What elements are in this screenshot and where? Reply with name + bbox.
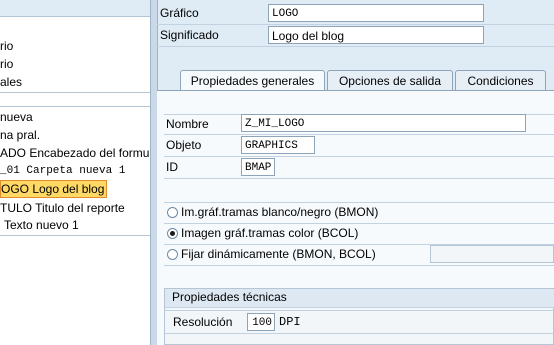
tree-item[interactable]: _01 Carpeta nueva 1	[0, 162, 150, 180]
nombre-field[interactable]: Z_MI_LOGO	[241, 114, 526, 132]
radio-bcol[interactable]	[167, 228, 178, 239]
radio-bmon[interactable]	[167, 207, 178, 218]
tree-item[interactable]: rio	[0, 37, 150, 55]
divider	[164, 178, 554, 179]
objeto-field[interactable]: GRAPHICS	[241, 136, 315, 154]
tree-item-label: _01 Carpeta nueva 1	[0, 165, 126, 177]
divider	[164, 156, 554, 157]
tab-condiciones[interactable]: Condiciones	[455, 70, 546, 91]
technical-properties-header: Propiedades técnicas	[165, 289, 554, 308]
tree-item[interactable]: ADO Encabezado del formu	[0, 144, 150, 162]
tree-divider	[0, 92, 150, 93]
tree-divider	[0, 235, 150, 236]
tab-label: Propiedades generales	[190, 74, 315, 88]
tree-item[interactable]: rio	[0, 55, 150, 73]
resolucion-field[interactable]: 100	[247, 313, 275, 331]
tree-item-label: OGO Logo del blog	[0, 180, 108, 198]
tab-label: Condiciones	[467, 74, 534, 88]
divider	[157, 46, 554, 47]
tree-item-label: TULO Titulo del reporte	[0, 201, 125, 215]
radio-bcol-label: Imagen gráf.tramas color (BCOL)	[181, 226, 359, 240]
divider	[157, 24, 554, 25]
tree-item-label: na pral.	[0, 128, 41, 142]
tree-divider	[0, 106, 150, 107]
resolucion-label: Resolución	[173, 315, 233, 329]
divider	[164, 265, 554, 266]
tree-item[interactable]: Texto nuevo 1	[0, 216, 150, 234]
tree-item-selected[interactable]: OGO Logo del blog	[0, 180, 150, 198]
tree-item-label: ales	[0, 75, 23, 89]
object-tree[interactable]: rio rio ales nueva na pral. ADO Encabeza…	[0, 0, 151, 345]
tree-header-strip	[0, 0, 150, 17]
divider	[164, 223, 554, 224]
nombre-label: Nombre	[166, 117, 209, 131]
technical-properties-title: Propiedades técnicas	[172, 290, 287, 304]
radio-bmon-label: Im.gráf.tramas blanco/negro (BMON)	[181, 205, 379, 219]
significado-field[interactable]: Logo del blog	[268, 26, 484, 44]
grafico-field[interactable]: LOGO	[268, 4, 484, 22]
radio-dynamic-label: Fijar dinámicamente (BMON, BCOL)	[181, 247, 376, 261]
tree-item-label: Texto nuevo 1	[4, 218, 79, 232]
tab-label: Opciones de salida	[338, 74, 442, 88]
tree-item[interactable]: nueva	[0, 108, 150, 126]
significado-label: Significado	[160, 28, 219, 42]
divider	[165, 333, 554, 334]
divider	[165, 310, 554, 311]
objeto-label: Objeto	[166, 138, 202, 152]
tree-item-label: ADO Encabezado del formu	[0, 146, 150, 160]
radio-dynamic[interactable]	[167, 249, 178, 260]
tab-propiedades-generales[interactable]: Propiedades generales	[180, 70, 325, 91]
id-label: ID	[166, 160, 178, 174]
tree-item-label: rio	[0, 57, 14, 71]
grafico-label: Gráfico	[160, 6, 199, 20]
tree-item-label: nueva	[0, 110, 33, 124]
tree-item[interactable]: ales	[0, 73, 150, 91]
tree-item[interactable]: na pral.	[0, 126, 150, 144]
radio-selected-dot	[170, 231, 175, 236]
tree-item[interactable]: TULO Titulo del reporte	[0, 199, 150, 217]
divider	[164, 134, 554, 135]
tab-opciones-de-salida[interactable]: Opciones de salida	[327, 70, 453, 91]
divider	[164, 202, 554, 203]
dynamic-value-field[interactable]	[430, 245, 554, 263]
tree-item-label: rio	[0, 39, 14, 53]
resolucion-unit: DPI	[279, 315, 301, 329]
id-field[interactable]: BMAP	[241, 158, 275, 176]
